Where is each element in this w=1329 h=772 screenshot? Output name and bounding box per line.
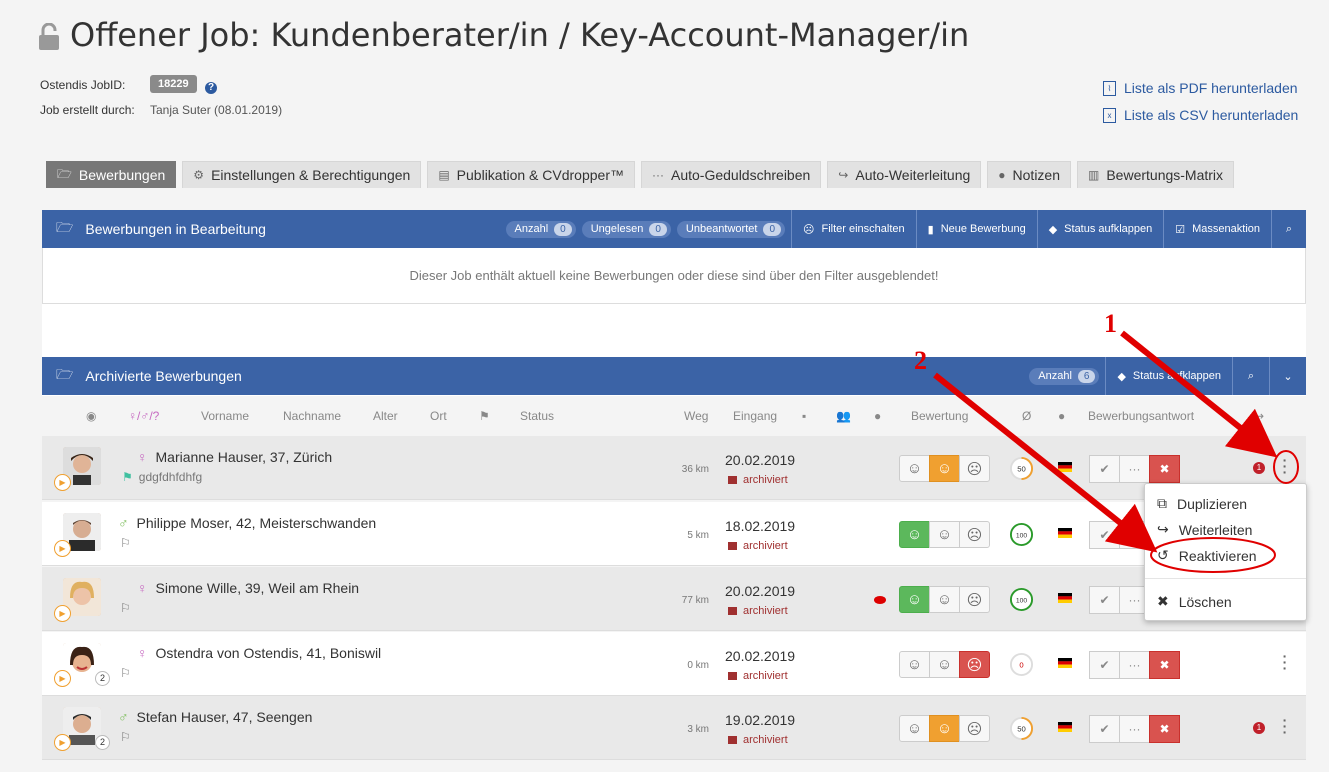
annotation-label-1: 1 (1104, 309, 1117, 338)
annotation-arrow-1 (1120, 330, 1278, 458)
annotation-overlay: 1 2 (914, 309, 1299, 573)
annotation-label-2: 2 (914, 346, 927, 375)
annotation-circle-reactivate (1150, 537, 1276, 573)
annotation-arrow-2 (933, 372, 1158, 553)
annotation-circle-dots (1273, 450, 1299, 484)
